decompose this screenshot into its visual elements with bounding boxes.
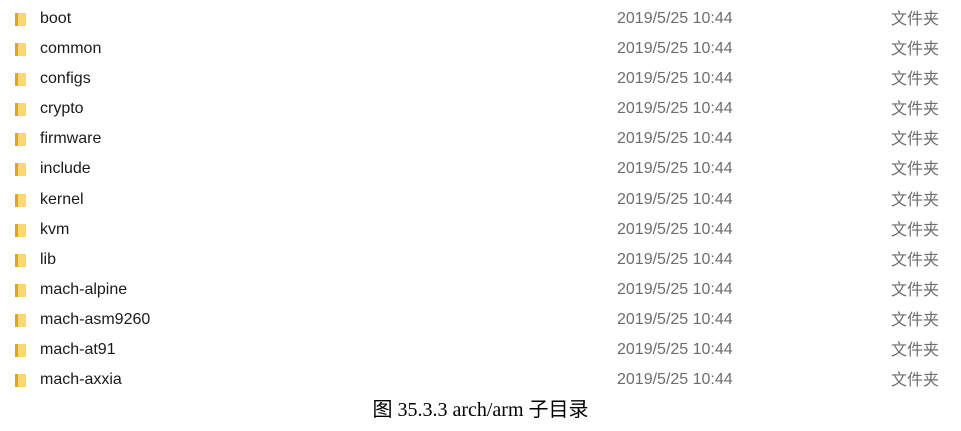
folder-icon [15,344,26,358]
modified-date: 2019/5/25 10:44 [617,371,733,389]
list-item[interactable]: include 2019/5/25 10:44 文件夹 [0,154,961,184]
file-type: 文件夹 [891,309,940,329]
modified-date: 2019/5/25 10:44 [617,40,733,58]
modified-date: 2019/5/25 10:44 [617,70,733,88]
modified-date: 2019/5/25 10:44 [617,130,733,148]
folder-icon [15,313,26,327]
file-type: 文件夹 [891,69,940,89]
folder-icon [15,374,26,388]
modified-date: 2019/5/25 10:44 [617,100,733,118]
file-name: boot [40,10,72,27]
list-item[interactable]: kvm 2019/5/25 10:44 文件夹 [0,215,961,245]
folder-icon [15,283,26,297]
file-name: configs [40,70,91,88]
folder-icon [15,73,26,87]
list-item[interactable]: mach-alpine 2019/5/25 10:44 文件夹 [0,275,961,305]
modified-date: 2019/5/25 10:44 [617,280,733,298]
folder-icon [15,163,26,177]
folder-icon [15,13,26,26]
folder-icon [15,193,26,207]
file-type: 文件夹 [891,279,940,299]
modified-date: 2019/5/25 10:44 [617,10,733,27]
file-type: 文件夹 [891,370,940,390]
folder-icon [15,223,26,237]
file-type: 文件夹 [891,129,940,149]
file-name: kvm [40,220,70,238]
folder-icon [15,103,26,117]
modified-date: 2019/5/25 10:44 [617,310,733,328]
modified-date: 2019/5/25 10:44 [617,160,733,178]
file-name: lib [40,250,57,268]
list-item[interactable]: firmware 2019/5/25 10:44 文件夹 [0,124,961,154]
list-item[interactable]: boot 2019/5/25 10:44 文件夹 [0,4,961,34]
modified-date: 2019/5/25 10:44 [617,220,733,238]
modified-date: 2019/5/25 10:44 [617,341,733,359]
list-item[interactable]: common 2019/5/25 10:44 文件夹 [0,34,961,64]
file-name: include [40,160,91,178]
file-name: mach-axxia [40,371,122,389]
list-item[interactable]: configs 2019/5/25 10:44 文件夹 [0,64,961,94]
file-type: 文件夹 [891,219,940,239]
list-item[interactable]: mach-axxia 2019/5/25 10:44 文件夹 [0,365,961,395]
file-type: 文件夹 [891,9,940,28]
file-name: firmware [40,130,102,148]
modified-date: 2019/5/25 10:44 [617,250,733,268]
file-name: kernel [40,190,84,208]
file-list: boot 2019/5/25 10:44 文件夹 common 2019/5/2… [0,4,961,395]
list-item[interactable]: mach-at91 2019/5/25 10:44 文件夹 [0,335,961,365]
figure-caption: 图 35.3.3 arch/arm 子目录 [372,399,589,421]
file-name: crypto [40,100,84,118]
list-item[interactable]: mach-asm9260 2019/5/25 10:44 文件夹 [0,305,961,335]
file-name: mach-asm9260 [40,310,151,328]
file-name: common [40,40,102,58]
file-type: 文件夹 [891,189,940,209]
file-type: 文件夹 [891,340,940,360]
file-type: 文件夹 [891,99,940,119]
folder-icon [15,253,26,267]
modified-date: 2019/5/25 10:44 [617,190,733,208]
file-type: 文件夹 [891,159,940,179]
list-item[interactable]: lib 2019/5/25 10:44 文件夹 [0,245,961,275]
file-type: 文件夹 [891,249,940,269]
folder-icon [15,133,26,147]
file-name: mach-at91 [40,341,116,359]
file-type: 文件夹 [891,39,940,59]
file-name: mach-alpine [40,280,128,298]
list-item[interactable]: crypto 2019/5/25 10:44 文件夹 [0,94,961,124]
list-item[interactable]: kernel 2019/5/25 10:44 文件夹 [0,185,961,215]
folder-icon [15,43,26,57]
